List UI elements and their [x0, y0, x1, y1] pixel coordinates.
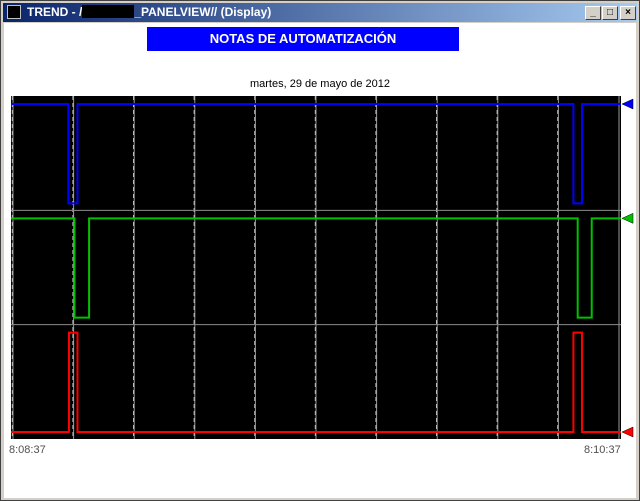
window-title: TREND - / _PANELVIEW// (Display) [27, 5, 271, 19]
series-marker-bottom[interactable] [621, 426, 634, 438]
series-marker-top[interactable] [621, 98, 634, 110]
series-marker-middle[interactable] [621, 212, 634, 224]
maximize-button[interactable]: □ [602, 6, 618, 20]
trend-chart[interactable] [4, 23, 636, 443]
time-end-label: 8:10:37 [584, 444, 621, 456]
window-title-suffix: _PANELVIEW// (Display) [134, 5, 272, 19]
window-title-prefix: TREND - / [27, 5, 83, 19]
minimize-button[interactable]: _ [585, 6, 601, 20]
title-bar[interactable]: TREND - / _PANELVIEW// (Display) _ □ × [3, 3, 637, 22]
trend-window: TREND - / _PANELVIEW// (Display) _ □ × NO… [0, 0, 640, 501]
close-button[interactable]: × [620, 6, 636, 20]
app-icon [7, 5, 21, 19]
trend-client-area: NOTAS DE AUTOMATIZACIÓN martes, 29 de ma… [4, 23, 636, 498]
time-start-label: 8:08:37 [9, 444, 46, 456]
redacted-block [82, 5, 135, 18]
